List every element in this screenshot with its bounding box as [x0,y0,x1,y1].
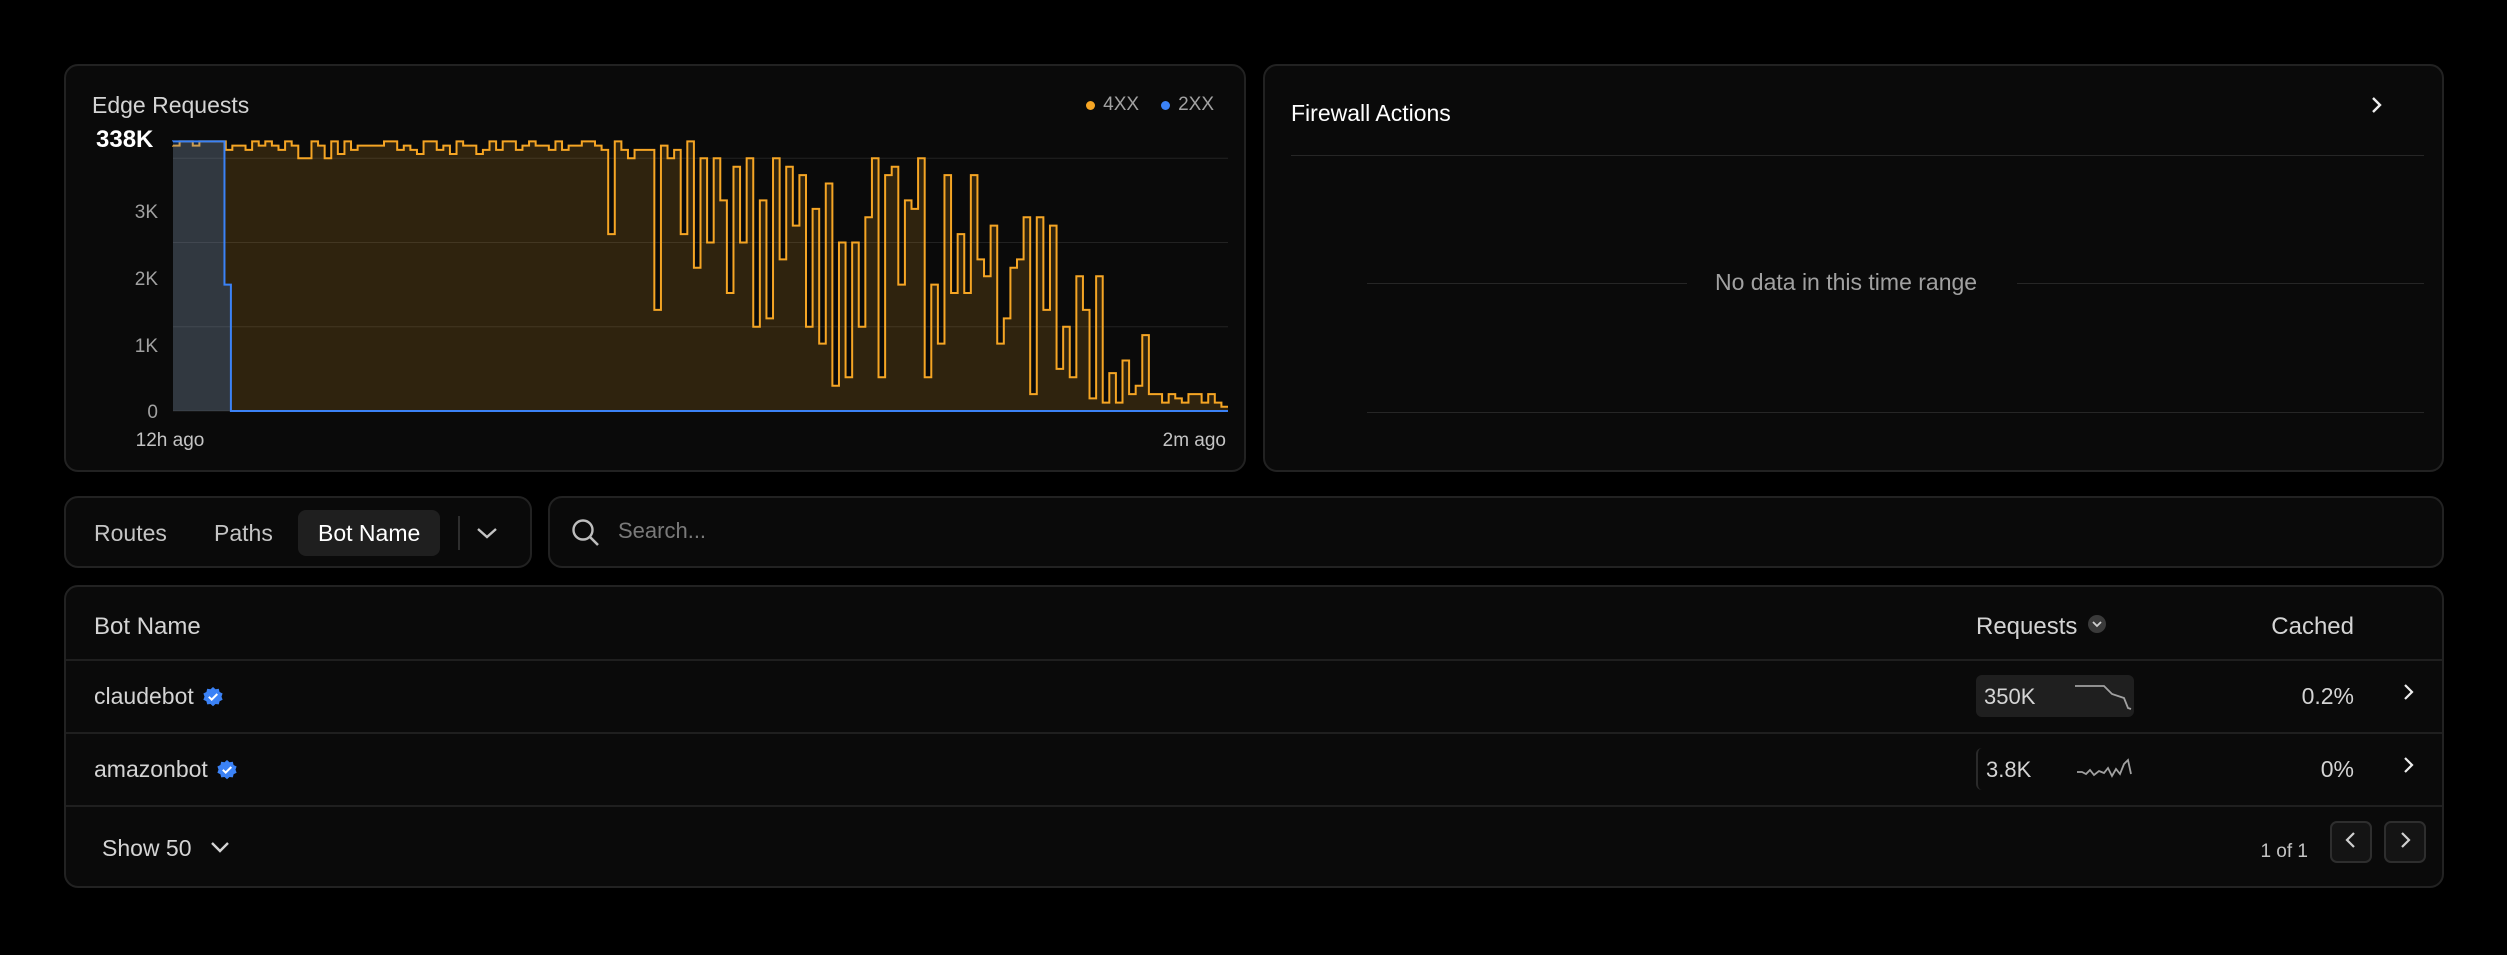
requests-cell: 350K [1976,675,2134,717]
verified-badge-icon [202,686,224,708]
tab-paths[interactable]: Paths [194,510,293,556]
search-input[interactable]: Search... [618,518,706,544]
empty-state-text: No data in this time range [1715,269,1978,295]
x-label-end: 2m ago [1163,430,1226,451]
firewall-actions-panel: Firewall Actions No data in this time ra… [1263,64,2444,472]
bot-name-cell: amazonbot [94,756,238,783]
verified-badge-icon [216,759,238,781]
chevron-left-icon [2344,830,2358,855]
previous-page-button[interactable] [2330,821,2372,863]
grid-line [1367,283,1687,284]
cached-value: 0.2% [2301,683,2354,709]
chevron-right-icon [2398,830,2412,855]
tab-routes[interactable]: Routes [74,510,187,556]
requests-cell: 3.8K [1976,748,2136,790]
column-header-bot-name: Bot Name [94,613,201,640]
chevron-right-icon[interactable] [2402,754,2416,783]
grid-line [2017,283,2424,284]
chevron-down-icon [208,835,232,862]
column-header-requests-label: Requests [1976,613,2078,640]
divider [458,516,460,550]
x-label-start: 12h ago [136,430,205,451]
y-tick-2k: 2K [135,269,159,290]
grid-line [1367,412,2424,413]
bot-name: claudebot [94,683,194,709]
chevron-right-icon[interactable] [2402,681,2416,710]
sort-desc-icon[interactable] [2087,613,2107,641]
chevron-down-icon[interactable] [474,522,500,549]
column-header-requests[interactable]: Requests [1976,613,2107,641]
table-row[interactable]: claudebot 350K 0.2% [66,659,2442,733]
tab-bot-name[interactable]: Bot Name [298,510,441,556]
page-size-select[interactable]: Show 50 [102,835,232,862]
requests-value: 3.8K [1986,757,2032,782]
column-header-cached: Cached [2271,613,2354,640]
firewall-actions-title: Firewall Actions [1291,100,1451,126]
divider [1291,155,2424,156]
requests-sparkline [2075,685,2132,710]
search-icon [570,517,602,554]
table-footer: Show 50 1 of 1 [66,805,2442,886]
requests-value: 350K [1984,684,2036,709]
bot-name-cell: claudebot [94,683,224,710]
bots-table: Bot Name Requests Cached claudebot 350K … [64,585,2444,888]
chevron-right-icon[interactable] [2370,94,2384,122]
cached-value: 0% [2320,756,2354,782]
y-tick-0: 0 [147,402,158,423]
y-tick-3k: 3K [135,202,159,223]
edge-requests-chart: 3K 2K 1K 0 12h ago 2m ago [135,140,1228,451]
table-row[interactable]: amazonbot 3.8K 0% [66,732,2442,806]
y-tick-1k: 1K [135,336,159,357]
page-size-label: Show 50 [102,835,192,861]
bot-name: amazonbot [94,756,208,782]
next-page-button[interactable] [2384,821,2426,863]
edge-requests-panel: Edge Requests 338K 4XX 2XX 3K 2K 1K 0 12… [64,64,1246,472]
search-bar[interactable]: Search... [548,496,2444,568]
group-by-tabs: Routes Paths Bot Name [64,496,532,568]
pagination-status: 1 of 1 [2260,841,2308,862]
requests-sparkline [2077,758,2132,778]
